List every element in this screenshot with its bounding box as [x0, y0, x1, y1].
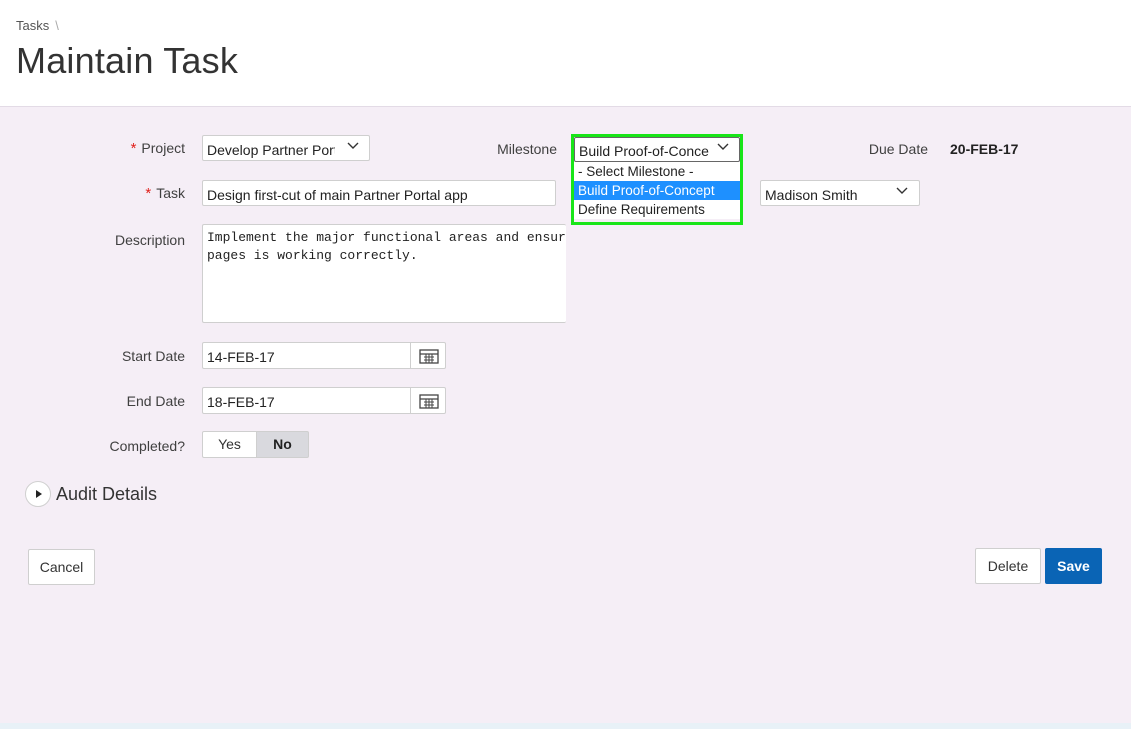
- start-date-picker-button[interactable]: [410, 342, 446, 369]
- breadcrumb-separator: \: [55, 18, 59, 33]
- play-triangle-icon: [36, 490, 42, 498]
- task-label: * Task: [145, 185, 185, 202]
- completed-no-option[interactable]: No: [256, 431, 309, 458]
- page-title: Maintain Task: [16, 40, 239, 81]
- breadcrumb: Tasks \: [16, 18, 59, 33]
- calendar-icon: [419, 349, 439, 364]
- completed-label: Completed?: [109, 438, 186, 454]
- end-date-label: End Date: [126, 393, 185, 409]
- description-label: Description: [114, 232, 185, 248]
- task-input[interactable]: Design first-cut of main Partner Portal …: [202, 180, 556, 206]
- due-date-label: Due Date: [868, 141, 928, 157]
- start-date-label: Start Date: [121, 348, 185, 364]
- chevron-down-icon: [347, 141, 359, 151]
- project-select[interactable]: Develop Partner Portal: [202, 135, 370, 161]
- save-button[interactable]: Save: [1045, 548, 1102, 584]
- breadcrumb-item-tasks[interactable]: Tasks: [16, 18, 49, 33]
- required-marker: *: [145, 185, 152, 202]
- assignee-select[interactable]: Madison Smith: [760, 180, 920, 206]
- cancel-button[interactable]: Cancel: [28, 549, 95, 585]
- chevron-down-icon: [896, 186, 908, 196]
- description-textarea[interactable]: Implement the major functional areas and…: [202, 224, 566, 323]
- delete-button[interactable]: Delete: [975, 548, 1041, 584]
- page-footer-border: [0, 723, 1131, 729]
- end-date-input[interactable]: 18-FEB-17: [202, 387, 412, 414]
- project-select-value: Develop Partner Portal: [207, 142, 335, 158]
- due-date-value: 20-FEB-17: [950, 141, 1019, 157]
- milestone-label: Milestone: [497, 141, 557, 157]
- highlight-box: [571, 134, 743, 225]
- page-header: Tasks \ Maintain Task: [0, 0, 1131, 107]
- audit-expand-button[interactable]: [25, 481, 51, 507]
- calendar-icon: [419, 394, 439, 409]
- required-marker: *: [130, 140, 137, 157]
- completed-yes-option[interactable]: Yes: [202, 431, 257, 458]
- assignee-select-value: Madison Smith: [765, 187, 858, 203]
- end-date-picker-button[interactable]: [410, 387, 446, 414]
- start-date-input[interactable]: 14-FEB-17: [202, 342, 412, 369]
- project-label: * Project: [130, 140, 185, 157]
- audit-details-heading[interactable]: Audit Details: [56, 484, 157, 505]
